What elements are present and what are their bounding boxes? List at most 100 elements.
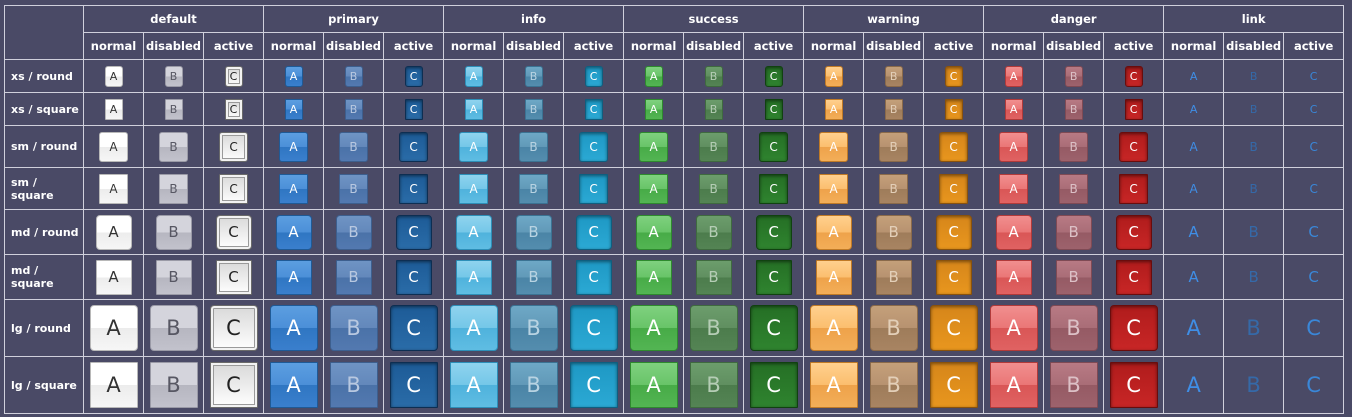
- success-active-lg-square-button[interactable]: C: [749, 362, 798, 408]
- primary-active-lg-square-button[interactable]: C: [389, 362, 438, 408]
- default-active-sm-round-button[interactable]: C: [219, 131, 249, 162]
- success-normal-sm-round-button[interactable]: A: [639, 131, 669, 162]
- warning-normal-xs-round-button[interactable]: A: [824, 65, 843, 87]
- info-normal-lg-round-button[interactable]: A: [449, 305, 498, 351]
- link-active-lg-square-button[interactable]: C: [1290, 362, 1338, 408]
- default-active-sm-square-button[interactable]: C: [219, 173, 249, 204]
- default-active-lg-square-button[interactable]: C: [209, 362, 258, 408]
- default-normal-lg-round-button[interactable]: A: [89, 305, 138, 351]
- primary-normal-xs-square-button[interactable]: A: [284, 98, 303, 120]
- success-normal-xs-square-button[interactable]: A: [644, 98, 663, 120]
- info-active-lg-round-button[interactable]: C: [569, 305, 618, 351]
- warning-normal-xs-square-button[interactable]: A: [824, 98, 843, 120]
- warning-normal-md-round-button[interactable]: A: [815, 214, 852, 250]
- danger-active-lg-round-button[interactable]: C: [1109, 305, 1158, 351]
- default-active-md-round-button[interactable]: C: [215, 214, 252, 250]
- warning-normal-lg-square-button[interactable]: A: [809, 362, 858, 408]
- warning-active-xs-square-button[interactable]: C: [944, 98, 963, 120]
- default-normal-xs-square-button[interactable]: A: [104, 98, 123, 120]
- success-active-md-round-button[interactable]: C: [755, 214, 792, 250]
- link-normal-md-round-button[interactable]: A: [1176, 215, 1212, 250]
- link-normal-xs-square-button[interactable]: A: [1185, 99, 1203, 120]
- primary-normal-lg-round-button[interactable]: A: [269, 305, 318, 351]
- link-normal-xs-round-button[interactable]: A: [1185, 66, 1203, 87]
- info-active-xs-square-button[interactable]: C: [584, 98, 603, 120]
- danger-active-xs-round-button[interactable]: C: [1124, 65, 1143, 87]
- info-normal-xs-square-button[interactable]: A: [464, 98, 483, 120]
- danger-normal-xs-round-button[interactable]: A: [1004, 65, 1023, 87]
- primary-normal-sm-round-button[interactable]: A: [279, 131, 309, 162]
- primary-active-lg-round-button[interactable]: C: [389, 305, 438, 351]
- primary-active-xs-square-button[interactable]: C: [404, 98, 423, 120]
- info-normal-sm-round-button[interactable]: A: [459, 131, 489, 162]
- warning-active-lg-round-button[interactable]: C: [929, 305, 978, 351]
- default-normal-md-square-button[interactable]: A: [95, 259, 132, 295]
- info-normal-xs-round-button[interactable]: A: [464, 65, 483, 87]
- info-normal-sm-square-button[interactable]: A: [459, 173, 489, 204]
- warning-active-lg-square-button[interactable]: C: [929, 362, 978, 408]
- default-normal-sm-round-button[interactable]: A: [99, 131, 128, 162]
- link-active-md-square-button[interactable]: C: [1296, 260, 1332, 295]
- danger-normal-lg-square-button[interactable]: A: [989, 362, 1038, 408]
- success-normal-lg-square-button[interactable]: A: [629, 362, 678, 408]
- info-active-xs-round-button[interactable]: C: [584, 65, 603, 87]
- primary-normal-xs-round-button[interactable]: A: [284, 65, 303, 87]
- danger-normal-sm-square-button[interactable]: A: [999, 173, 1029, 204]
- warning-active-md-round-button[interactable]: C: [935, 214, 972, 250]
- info-active-md-square-button[interactable]: C: [575, 259, 612, 295]
- success-active-sm-square-button[interactable]: C: [759, 173, 789, 204]
- link-active-xs-round-button[interactable]: C: [1305, 66, 1323, 87]
- link-normal-lg-round-button[interactable]: A: [1170, 305, 1218, 351]
- primary-active-sm-square-button[interactable]: C: [399, 173, 429, 204]
- warning-normal-lg-round-button[interactable]: A: [809, 305, 858, 351]
- info-active-sm-round-button[interactable]: C: [579, 131, 609, 162]
- primary-normal-lg-square-button[interactable]: A: [269, 362, 318, 408]
- link-active-sm-square-button[interactable]: C: [1299, 174, 1328, 204]
- success-active-md-square-button[interactable]: C: [755, 259, 792, 295]
- danger-active-md-round-button[interactable]: C: [1115, 214, 1152, 250]
- warning-normal-sm-square-button[interactable]: A: [819, 173, 849, 204]
- warning-active-sm-round-button[interactable]: C: [939, 131, 969, 162]
- danger-normal-sm-round-button[interactable]: A: [999, 131, 1029, 162]
- success-active-sm-round-button[interactable]: C: [759, 131, 789, 162]
- default-normal-lg-square-button[interactable]: A: [89, 362, 138, 408]
- success-active-xs-round-button[interactable]: C: [764, 65, 783, 87]
- success-normal-md-square-button[interactable]: A: [635, 259, 672, 295]
- link-normal-md-square-button[interactable]: A: [1176, 260, 1212, 295]
- primary-normal-md-square-button[interactable]: A: [275, 259, 312, 295]
- info-normal-lg-square-button[interactable]: A: [449, 362, 498, 408]
- link-normal-lg-square-button[interactable]: A: [1170, 362, 1218, 408]
- link-active-lg-round-button[interactable]: C: [1290, 305, 1338, 351]
- info-normal-md-round-button[interactable]: A: [455, 214, 492, 250]
- default-active-xs-round-button[interactable]: C: [224, 65, 243, 87]
- danger-normal-xs-square-button[interactable]: A: [1004, 98, 1023, 120]
- default-active-md-square-button[interactable]: C: [215, 259, 252, 295]
- info-active-sm-square-button[interactable]: C: [579, 173, 609, 204]
- danger-active-xs-square-button[interactable]: C: [1124, 98, 1143, 120]
- default-normal-sm-square-button[interactable]: A: [99, 173, 128, 204]
- success-normal-xs-round-button[interactable]: A: [644, 65, 663, 87]
- danger-normal-lg-round-button[interactable]: A: [989, 305, 1038, 351]
- success-active-lg-round-button[interactable]: C: [749, 305, 798, 351]
- danger-active-lg-square-button[interactable]: C: [1109, 362, 1158, 408]
- success-active-xs-square-button[interactable]: C: [764, 98, 783, 120]
- danger-active-sm-round-button[interactable]: C: [1119, 131, 1149, 162]
- danger-active-md-square-button[interactable]: C: [1115, 259, 1152, 295]
- info-active-lg-square-button[interactable]: C: [569, 362, 618, 408]
- primary-active-md-round-button[interactable]: C: [395, 214, 432, 250]
- default-normal-md-round-button[interactable]: A: [95, 214, 132, 250]
- danger-normal-md-square-button[interactable]: A: [995, 259, 1032, 295]
- link-active-sm-round-button[interactable]: C: [1299, 132, 1328, 162]
- info-active-md-round-button[interactable]: C: [575, 214, 612, 250]
- primary-normal-sm-square-button[interactable]: A: [279, 173, 309, 204]
- primary-active-md-square-button[interactable]: C: [395, 259, 432, 295]
- primary-active-sm-round-button[interactable]: C: [399, 131, 429, 162]
- default-active-lg-round-button[interactable]: C: [209, 305, 258, 351]
- link-normal-sm-square-button[interactable]: A: [1179, 174, 1208, 204]
- primary-active-xs-round-button[interactable]: C: [404, 65, 423, 87]
- danger-normal-md-round-button[interactable]: A: [995, 214, 1032, 250]
- info-normal-md-square-button[interactable]: A: [455, 259, 492, 295]
- warning-active-sm-square-button[interactable]: C: [939, 173, 969, 204]
- link-normal-sm-round-button[interactable]: A: [1179, 132, 1208, 162]
- link-active-xs-square-button[interactable]: C: [1305, 99, 1323, 120]
